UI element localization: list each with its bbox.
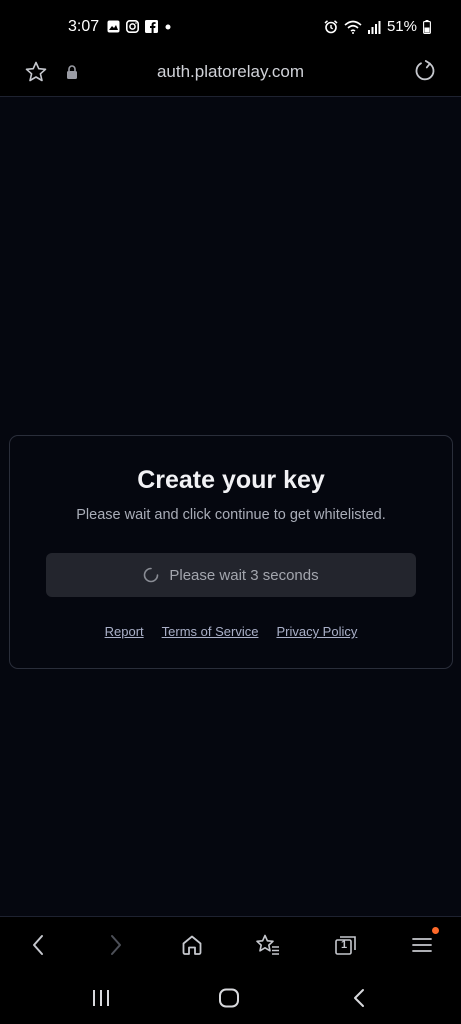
reload-icon[interactable] <box>413 59 437 83</box>
chevron-left-icon <box>33 935 43 955</box>
card-subtitle: Please wait and click continue to get wh… <box>76 507 386 523</box>
tab-count: 1 <box>341 939 348 951</box>
forward-button[interactable] <box>102 931 130 959</box>
terms-link[interactable]: Terms of Service <box>162 624 259 639</box>
wait-button[interactable]: Please wait 3 seconds <box>46 553 416 597</box>
battery-percent: 51% <box>386 18 417 35</box>
back-button[interactable] <box>24 931 52 959</box>
status-time: 3:07 <box>68 18 100 35</box>
bookmarks-list-icon <box>256 934 279 955</box>
system-home-button[interactable] <box>214 986 244 1010</box>
bookmarks-button[interactable] <box>254 931 282 959</box>
menu-button[interactable] <box>408 927 439 959</box>
card-title: Create your key <box>137 466 325 494</box>
signal-icon <box>367 20 381 34</box>
battery-icon <box>423 19 431 34</box>
system-home-icon <box>219 988 239 1008</box>
menu-badge <box>432 927 439 934</box>
key-card: Create your key Please wait and click co… <box>9 435 453 669</box>
gallery-icon <box>107 20 120 33</box>
browser-bottom-nav: 1 <box>0 916 461 973</box>
wait-button-label: Please wait 3 seconds <box>169 566 319 584</box>
report-link[interactable]: Report <box>105 624 144 639</box>
instagram-icon <box>126 20 139 33</box>
browser-url-bar: auth.platorelay.com <box>0 52 461 97</box>
chevron-right-icon <box>111 935 121 955</box>
footer-links: Report Terms of Service Privacy Policy <box>10 624 452 639</box>
status-bar: 3:07 51% <box>0 0 461 52</box>
system-back-button[interactable] <box>344 986 374 1010</box>
alarm-icon <box>324 19 338 33</box>
facebook-icon <box>145 20 158 33</box>
menu-icon <box>412 938 432 952</box>
home-button[interactable] <box>178 931 206 959</box>
notification-icons <box>107 20 172 33</box>
recents-icon <box>93 990 109 1006</box>
system-back-icon <box>354 989 364 1007</box>
dot-icon <box>165 24 171 30</box>
wifi-icon <box>344 20 362 34</box>
home-icon <box>182 935 202 955</box>
tabs-button[interactable]: 1 <box>332 931 360 959</box>
url-address[interactable]: auth.platorelay.com <box>0 62 461 82</box>
system-nav-bar <box>0 972 461 1024</box>
spinner-icon <box>144 567 159 583</box>
system-status: 51% <box>324 18 431 35</box>
privacy-link[interactable]: Privacy Policy <box>276 624 357 639</box>
recents-button[interactable] <box>86 986 116 1010</box>
